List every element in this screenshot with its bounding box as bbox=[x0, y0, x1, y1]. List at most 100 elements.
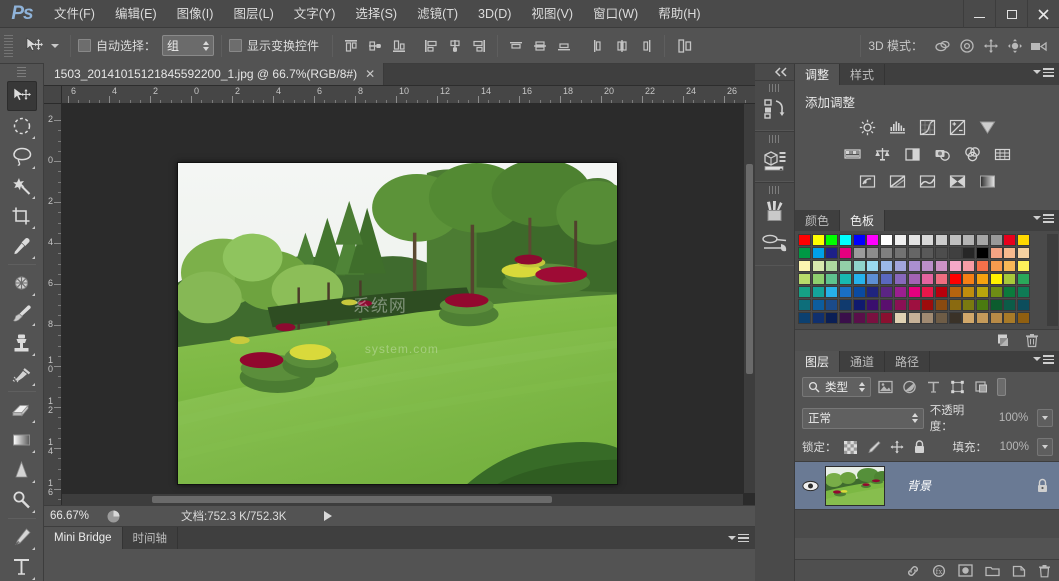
color-swatch[interactable] bbox=[880, 299, 893, 311]
color-swatch[interactable] bbox=[798, 286, 811, 298]
canvas-vertical-scrollbar[interactable] bbox=[743, 104, 755, 493]
menu-filter[interactable]: 滤镜(T) bbox=[407, 0, 468, 28]
color-swatch[interactable] bbox=[812, 260, 825, 272]
adjustments-panel-menu-button[interactable] bbox=[1033, 68, 1054, 77]
color-swatch[interactable] bbox=[908, 234, 921, 246]
canvas-scroll-area[interactable]: 系统网 system.com bbox=[62, 104, 743, 493]
layer-style-icon[interactable]: fx bbox=[932, 564, 946, 578]
color-swatch[interactable] bbox=[949, 312, 962, 324]
color-swatch[interactable] bbox=[798, 247, 811, 259]
color-swatch[interactable] bbox=[935, 299, 948, 311]
color-swatch[interactable] bbox=[921, 286, 934, 298]
color-swatch[interactable] bbox=[825, 273, 838, 285]
color-swatch[interactable] bbox=[853, 286, 866, 298]
color-swatch[interactable] bbox=[962, 299, 975, 311]
color-swatch[interactable] bbox=[921, 299, 934, 311]
menu-3d[interactable]: 3D(D) bbox=[468, 0, 521, 28]
color-swatch[interactable] bbox=[976, 286, 989, 298]
tab-adjustments[interactable]: 调整 bbox=[795, 64, 840, 85]
align-top-edges-icon[interactable] bbox=[340, 35, 362, 57]
color-swatch[interactable] bbox=[1017, 273, 1030, 285]
color-swatch[interactable] bbox=[1017, 234, 1030, 246]
color-swatch[interactable] bbox=[866, 286, 879, 298]
color-swatch[interactable] bbox=[812, 273, 825, 285]
hue-saturation-icon[interactable] bbox=[841, 144, 863, 164]
filter-smart-object-icon[interactable] bbox=[971, 377, 991, 397]
exposure-icon[interactable] bbox=[946, 117, 968, 137]
dodge-tool[interactable] bbox=[7, 485, 37, 515]
color-swatch[interactable] bbox=[921, 273, 934, 285]
tab-color[interactable]: 颜色 bbox=[795, 210, 840, 231]
color-swatch[interactable] bbox=[962, 234, 975, 246]
color-swatch[interactable] bbox=[839, 260, 852, 272]
align-vertical-centers-icon[interactable] bbox=[364, 35, 386, 57]
layers-panel-menu-button[interactable] bbox=[1033, 355, 1054, 364]
canvas-image[interactable]: 系统网 system.com bbox=[177, 162, 618, 485]
color-swatch[interactable] bbox=[880, 312, 893, 324]
color-swatch[interactable] bbox=[1003, 273, 1016, 285]
lock-image-pixels-icon[interactable] bbox=[865, 438, 883, 456]
color-swatch[interactable] bbox=[990, 273, 1003, 285]
menu-image[interactable]: 图像(I) bbox=[167, 0, 224, 28]
3d-slide-icon[interactable] bbox=[1003, 35, 1027, 57]
dock-group-gripper-2[interactable] bbox=[769, 135, 780, 143]
filter-pixel-icon[interactable] bbox=[875, 377, 895, 397]
horizontal-ruler[interactable]: 64202468101214161820222426 bbox=[62, 86, 755, 104]
color-balance-icon[interactable] bbox=[871, 144, 893, 164]
color-swatch[interactable] bbox=[949, 286, 962, 298]
color-swatch[interactable] bbox=[866, 234, 879, 246]
color-swatch[interactable] bbox=[908, 312, 921, 324]
link-layers-icon[interactable] bbox=[906, 564, 920, 578]
maximize-button[interactable] bbox=[995, 0, 1027, 28]
vertical-scrollbar-thumb[interactable] bbox=[746, 164, 753, 374]
color-swatch[interactable] bbox=[990, 234, 1003, 246]
distribute-vertical-centers-icon[interactable] bbox=[529, 35, 551, 57]
color-swatch[interactable] bbox=[962, 260, 975, 272]
document-tab[interactable]: 1503_20141015121845592200_1.jpg @ 66.7%(… bbox=[44, 63, 384, 85]
filter-shape-icon[interactable] bbox=[947, 377, 967, 397]
color-swatch[interactable] bbox=[825, 247, 838, 259]
color-swatch[interactable] bbox=[976, 234, 989, 246]
layer-visibility-eye-icon[interactable] bbox=[795, 480, 825, 492]
tool-preset-chevron-icon[interactable] bbox=[51, 44, 59, 48]
color-swatch[interactable] bbox=[921, 312, 934, 324]
color-swatch[interactable] bbox=[962, 312, 975, 324]
color-swatch[interactable] bbox=[866, 247, 879, 259]
menu-window[interactable]: 窗口(W) bbox=[583, 0, 648, 28]
options-bar-gripper[interactable] bbox=[4, 35, 13, 57]
color-swatch[interactable] bbox=[894, 299, 907, 311]
bottom-panel-menu-button[interactable] bbox=[728, 527, 755, 549]
gradient-tool[interactable] bbox=[7, 425, 37, 455]
opacity-value[interactable]: 100% bbox=[992, 409, 1031, 427]
tab-styles[interactable]: 样式 bbox=[840, 64, 885, 85]
color-swatch[interactable] bbox=[798, 299, 811, 311]
vertical-ruler[interactable]: 20246810121416 bbox=[44, 104, 62, 505]
show-transform-checkbox[interactable] bbox=[229, 39, 242, 52]
color-swatch[interactable] bbox=[908, 286, 921, 298]
color-swatch[interactable] bbox=[894, 247, 907, 259]
lock-all-icon[interactable] bbox=[911, 438, 929, 456]
color-swatch[interactable] bbox=[894, 273, 907, 285]
magic-wand-tool[interactable] bbox=[7, 171, 37, 201]
color-swatch[interactable] bbox=[880, 260, 893, 272]
eyedropper-tool[interactable] bbox=[7, 231, 37, 261]
color-swatch[interactable] bbox=[921, 234, 934, 246]
auto-select-scope-dropdown[interactable]: 组 bbox=[162, 35, 214, 56]
color-swatch[interactable] bbox=[812, 247, 825, 259]
lock-transparent-pixels-icon[interactable] bbox=[842, 438, 860, 456]
color-swatch[interactable] bbox=[866, 273, 879, 285]
pen-tool[interactable] bbox=[7, 522, 37, 552]
color-swatch[interactable] bbox=[949, 247, 962, 259]
brightness-contrast-icon[interactable] bbox=[856, 117, 878, 137]
color-swatch[interactable] bbox=[1003, 260, 1016, 272]
menu-type[interactable]: 文字(Y) bbox=[284, 0, 346, 28]
color-swatch[interactable] bbox=[798, 260, 811, 272]
lasso-tool[interactable] bbox=[7, 141, 37, 171]
color-swatch[interactable] bbox=[825, 260, 838, 272]
dock-group-gripper[interactable] bbox=[769, 84, 780, 92]
current-tool-indicator[interactable] bbox=[17, 34, 63, 58]
color-swatch[interactable] bbox=[962, 273, 975, 285]
color-swatch[interactable] bbox=[839, 273, 852, 285]
color-swatch[interactable] bbox=[935, 234, 948, 246]
color-swatch[interactable] bbox=[935, 273, 948, 285]
